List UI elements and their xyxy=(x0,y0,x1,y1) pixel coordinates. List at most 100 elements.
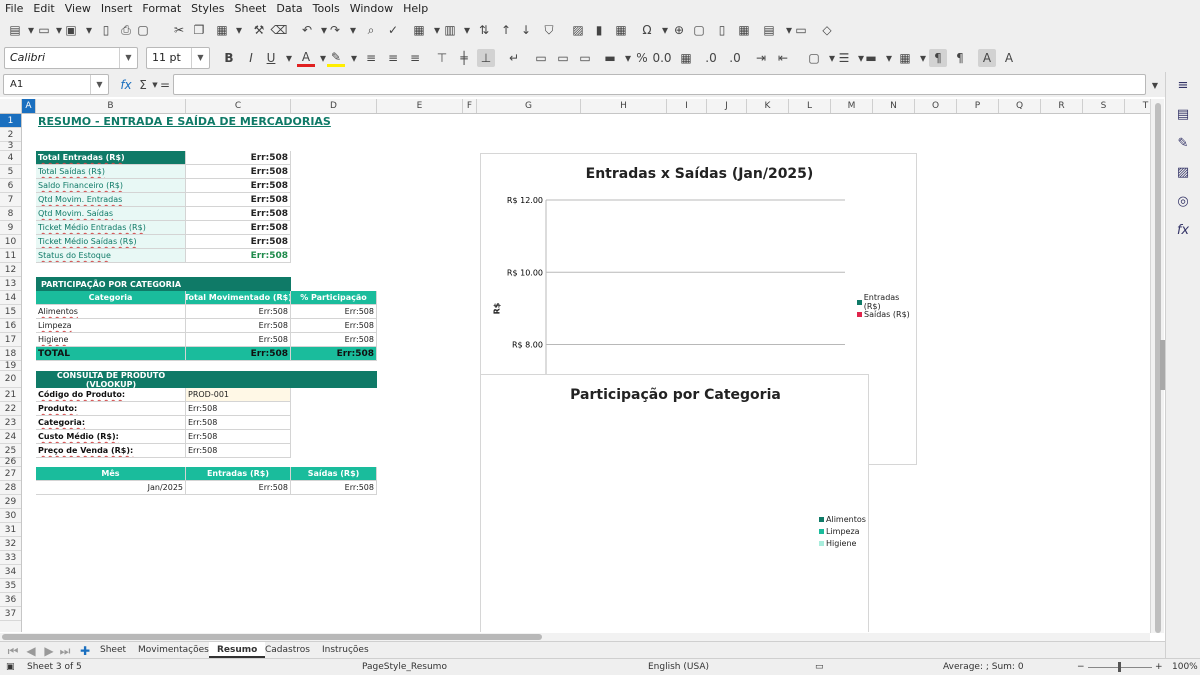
column-header-L[interactable]: L xyxy=(789,99,831,113)
kpi-value[interactable]: Err:508 xyxy=(186,249,291,263)
align-bottom-icon[interactable]: ⊥ xyxy=(477,49,495,67)
autofilter-sort-icon[interactable]: ⇅ xyxy=(475,21,493,39)
rows-icon[interactable]: ▦ xyxy=(410,21,428,39)
lookup-title[interactable]: CONSULTA DE PRODUTO (VLOOKUP) xyxy=(36,371,186,388)
lookup-label[interactable]: Código do Produto: xyxy=(36,388,186,402)
category-header[interactable]: Categoria xyxy=(36,291,186,305)
row-header-17[interactable]: 17 xyxy=(0,333,21,347)
column-header-C[interactable]: C xyxy=(186,99,291,113)
add-decimal-icon[interactable]: .0 xyxy=(702,49,720,67)
month-header[interactable]: Saídas (R$) xyxy=(291,467,377,481)
sheet-tab-sheet[interactable]: Sheet xyxy=(92,642,134,658)
cut-icon[interactable]: ✂ xyxy=(170,21,188,39)
row-header-3[interactable]: 3 xyxy=(0,141,21,151)
conditional-icon[interactable]: ▦ xyxy=(896,49,914,67)
underline-icon[interactable]: U xyxy=(262,49,280,67)
chevron-down-icon[interactable]: ▾ xyxy=(80,21,98,39)
row-header-9[interactable]: 9 xyxy=(0,221,21,235)
chevron-down-icon[interactable]: ▾ xyxy=(344,21,362,39)
kpi-label[interactable]: Ticket Médio Saídas (R$) xyxy=(36,235,186,249)
kpi-label[interactable]: Ticket Médio Entradas (R$) xyxy=(36,221,186,235)
align-top-icon[interactable]: ⊤ xyxy=(433,49,451,67)
horizontal-scrollbar[interactable] xyxy=(0,633,1150,641)
category-cell[interactable]: Limpeza xyxy=(36,319,186,333)
chevron-down-icon[interactable]: ▾ xyxy=(458,21,476,39)
lookup-title-fill[interactable] xyxy=(186,371,291,388)
function-wizard-icon[interactable]: fx xyxy=(117,76,135,94)
border-style-icon[interactable]: ☰ xyxy=(835,49,853,67)
kpi-value[interactable]: Err:508 xyxy=(186,193,291,207)
row-header-34[interactable]: 34 xyxy=(0,565,21,579)
month-cell[interactable]: Jan/2025 xyxy=(36,481,186,495)
row-header-30[interactable]: 30 xyxy=(0,509,21,523)
category-table-title[interactable]: PARTICIPAÇÃO POR CATEGORIA xyxy=(36,277,186,291)
lookup-value[interactable]: Err:508 xyxy=(186,402,291,416)
row-header-32[interactable]: 32 xyxy=(0,537,21,551)
row-header-33[interactable]: 33 xyxy=(0,551,21,565)
lookup-value[interactable]: Err:508 xyxy=(186,416,291,430)
menu-styles[interactable]: Styles xyxy=(186,0,229,17)
category-cell[interactable]: Err:508 xyxy=(291,319,377,333)
lookup-label[interactable]: Custo Médio (R$): xyxy=(36,430,186,444)
category-total[interactable]: TOTAL xyxy=(36,347,186,361)
align-middle-icon[interactable]: ╪ xyxy=(455,49,473,67)
row-header-23[interactable]: 23 xyxy=(0,416,21,430)
kpi-value[interactable]: Err:508 xyxy=(186,165,291,179)
zoom-out-icon[interactable]: − xyxy=(1077,662,1085,672)
zoom-in-icon[interactable]: + xyxy=(1155,662,1163,672)
merge-cells-icon[interactable]: ▭ xyxy=(532,49,550,67)
menu-data[interactable]: Data xyxy=(271,0,307,17)
undo-icon[interactable]: ↶ xyxy=(298,21,316,39)
kpi-label[interactable]: Saldo Financeiro (R$) xyxy=(36,179,186,193)
row-header-24[interactable]: 24 xyxy=(0,430,21,444)
lookup-label[interactable]: Produto: xyxy=(36,402,186,416)
wrap-text-icon[interactable]: ↵ xyxy=(505,49,523,67)
increase-indent-icon[interactable]: ⇥ xyxy=(752,49,770,67)
align-left-icon[interactable]: ≡ xyxy=(362,49,380,67)
column-header-Q[interactable]: Q xyxy=(999,99,1041,113)
month-cell[interactable]: Err:508 xyxy=(186,481,291,495)
category-header[interactable]: Total Movimentado (R$) xyxy=(186,291,291,305)
date-format-icon[interactable]: ▦ xyxy=(677,49,695,67)
row-header-4[interactable]: 4 xyxy=(0,151,21,165)
sheet-tab-instruções[interactable]: Instruções xyxy=(314,642,377,658)
row-header-25[interactable]: 25 xyxy=(0,444,21,458)
row-header-19[interactable]: 19 xyxy=(0,361,21,371)
column-header-S[interactable]: S xyxy=(1083,99,1125,113)
kpi-label[interactable]: Total Saídas (R$) xyxy=(36,165,186,179)
category-cell[interactable]: Err:508 xyxy=(291,333,377,347)
category-title-fill[interactable] xyxy=(186,277,291,291)
properties-icon[interactable]: ▤ xyxy=(1174,107,1192,125)
cell-grid[interactable]: RESUMO - ENTRADA E SAÍDA DE MERCADORIAS … xyxy=(22,114,1150,632)
copy-icon[interactable]: ❐ xyxy=(190,21,208,39)
row-header-35[interactable]: 35 xyxy=(0,579,21,593)
highlight-icon[interactable]: ✎ xyxy=(327,49,345,67)
selection-mode-icon[interactable]: ▭ xyxy=(815,662,824,672)
row-header-11[interactable]: 11 xyxy=(0,249,21,263)
menu-format[interactable]: Format xyxy=(137,0,186,17)
menu-sheet[interactable]: Sheet xyxy=(230,0,272,17)
print-preview-icon[interactable]: ▢ xyxy=(134,21,152,39)
menu-file[interactable]: File xyxy=(0,0,28,17)
row-header-20[interactable]: 20 xyxy=(0,371,21,388)
paste-icon[interactable]: ▦ xyxy=(213,21,231,39)
column-header-I[interactable]: I xyxy=(667,99,707,113)
align-right-icon[interactable]: ≡ xyxy=(406,49,424,67)
header-footer-icon[interactable]: ▯ xyxy=(713,21,731,39)
chevron-down-icon[interactable]: ▾ xyxy=(280,49,298,67)
merge-center-icon[interactable]: ▭ xyxy=(554,49,572,67)
lookup-value[interactable]: Err:508 xyxy=(186,444,291,458)
lookup-title-fill[interactable] xyxy=(291,371,377,388)
column-header-E[interactable]: E xyxy=(377,99,463,113)
row-header-28[interactable]: 28 xyxy=(0,481,21,495)
column-header-N[interactable]: N xyxy=(873,99,915,113)
row-header-27[interactable]: 27 xyxy=(0,467,21,481)
currency-icon[interactable]: ▬ xyxy=(601,49,619,67)
menu-help[interactable]: Help xyxy=(398,0,433,17)
row-header-12[interactable]: 12 xyxy=(0,263,21,277)
lookup-label[interactable]: Preço de Venda (R$): xyxy=(36,444,186,458)
sheet-title[interactable]: RESUMO - ENTRADA E SAÍDA DE MERCADORIAS xyxy=(36,114,336,128)
column-header-R[interactable]: R xyxy=(1041,99,1083,113)
row-header-1[interactable]: 1 xyxy=(0,114,21,128)
align-center-icon[interactable]: ≡ xyxy=(384,49,402,67)
